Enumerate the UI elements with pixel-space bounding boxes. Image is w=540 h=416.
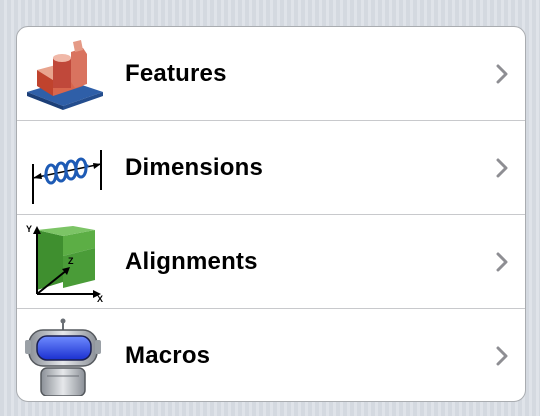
chevron-right-icon	[495, 158, 509, 178]
chevron-right-icon	[495, 252, 509, 272]
chevron-right-icon	[495, 346, 509, 366]
chevron-right-icon	[495, 64, 509, 84]
menu-item-label: Features	[125, 59, 227, 87]
menu-item-label: Alignments	[125, 247, 258, 275]
menu-list: Features Dimensions Y X Z Alignments Mac…	[16, 26, 526, 402]
svg-text:X: X	[97, 294, 103, 302]
menu-item-features[interactable]: Features	[17, 27, 525, 121]
menu-item-alignments[interactable]: Y X Z Alignments	[17, 215, 525, 309]
svg-text:Y: Y	[26, 224, 32, 234]
macros-icon	[23, 316, 105, 396]
features-icon	[23, 34, 105, 114]
menu-item-dimensions[interactable]: Dimensions	[17, 121, 525, 215]
menu-item-macros[interactable]: Macros	[17, 309, 525, 401]
alignments-icon: Y X Z	[23, 222, 105, 302]
menu-item-label: Dimensions	[125, 153, 264, 181]
menu-item-label: Macros	[125, 341, 211, 369]
dimensions-icon	[23, 128, 105, 208]
svg-text:Z: Z	[68, 256, 74, 266]
